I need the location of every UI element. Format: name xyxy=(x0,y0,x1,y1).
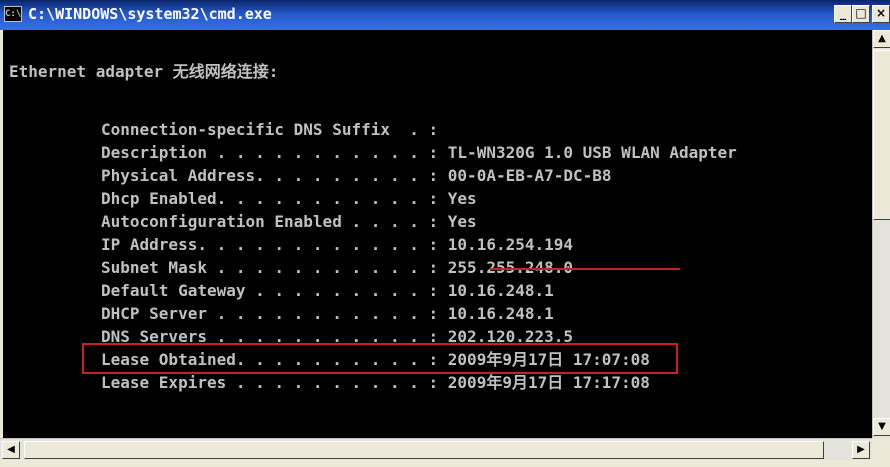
title-bar[interactable]: C:\ C:\WINDOWS\system32\cmd.exe _ □ × xyxy=(0,0,890,30)
config-value: 10.16.254.194 xyxy=(438,235,574,254)
config-line-ip-address: IP Address. . . . . . . . . . . . : 10.1… xyxy=(101,235,573,255)
maximize-button[interactable]: □ xyxy=(852,5,870,23)
config-label: Lease Expires . . . . . . . . . . : xyxy=(101,373,439,392)
config-line-dhcp-enabled: Dhcp Enabled. . . . . . . . . . . : Yes xyxy=(101,189,477,209)
config-value: Yes xyxy=(438,212,477,231)
scroll-left-icon[interactable]: ◀ xyxy=(2,441,20,459)
cmd-window: C:\ C:\WINDOWS\system32\cmd.exe _ □ × Et… xyxy=(0,0,890,467)
horizontal-scroll-thumb[interactable] xyxy=(24,441,824,459)
config-value: 00-0A-EB-A7-DC-B8 xyxy=(438,166,612,185)
config-value: Yes xyxy=(438,189,477,208)
scrollbar-corner xyxy=(872,438,890,460)
config-value: 10.16.248.1 xyxy=(438,304,554,323)
config-label: Autoconfiguration Enabled . . . . : xyxy=(101,212,439,231)
config-line-autoconfiguration: Autoconfiguration Enabled . . . . : Yes xyxy=(101,212,477,232)
config-label: DHCP Server . . . . . . . . . . . : xyxy=(101,304,439,323)
ip-address-underline xyxy=(490,268,680,270)
console-output[interactable]: Ethernet adapter 无线网络连接: Connection-spec… xyxy=(0,30,872,438)
config-value: TL-WN320G 1.0 USB WLAN Adapter xyxy=(438,143,737,162)
config-value: 2009年9月17日 17:17:08 xyxy=(438,373,650,392)
config-label: Physical Address. . . . . . . . . : xyxy=(101,166,439,185)
minimize-button[interactable]: _ xyxy=(834,5,852,23)
scroll-down-icon[interactable]: ▼ xyxy=(873,418,890,436)
config-line-lease-expires: Lease Expires . . . . . . . . . . : 2009… xyxy=(101,373,650,393)
vertical-scrollbar[interactable]: ▲ ▼ xyxy=(872,30,890,438)
console-app-icon[interactable]: C:\ xyxy=(4,6,22,22)
config-line-dns-suffix: Connection-specific DNS Suffix . : xyxy=(101,120,438,140)
config-label: Description . . . . . . . . . . . : xyxy=(101,143,439,162)
scroll-up-icon[interactable]: ▲ xyxy=(873,30,890,48)
vertical-scroll-thumb[interactable] xyxy=(873,50,890,220)
config-line-default-gateway: Default Gateway . . . . . . . . . : 10.1… xyxy=(101,281,554,301)
config-label: Subnet Mask . . . . . . . . . . . : xyxy=(101,258,439,277)
config-line-physical-address: Physical Address. . . . . . . . . : 00-0… xyxy=(101,166,612,186)
config-label: Connection-specific DNS Suffix . : xyxy=(101,120,439,139)
config-label: Dhcp Enabled. . . . . . . . . . . : xyxy=(101,189,439,208)
config-value: 10.16.248.1 xyxy=(438,281,554,300)
config-line-dhcp-server: DHCP Server . . . . . . . . . . . : 10.1… xyxy=(101,304,554,324)
config-label: Default Gateway . . . . . . . . . : xyxy=(101,281,439,300)
config-label: IP Address. . . . . . . . . . . . : xyxy=(101,235,439,254)
horizontal-scrollbar[interactable]: ◀ ▶ xyxy=(0,438,872,460)
close-button[interactable]: × xyxy=(872,5,890,23)
config-line-description: Description . . . . . . . . . . . : TL-W… xyxy=(101,143,737,163)
adapter-heading: Ethernet adapter 无线网络连接: xyxy=(9,62,279,81)
scroll-right-icon[interactable]: ▶ xyxy=(852,441,870,459)
window-bottom-border xyxy=(0,460,890,467)
window-title: C:\WINDOWS\system32\cmd.exe xyxy=(28,5,272,23)
dns-servers-highlight-box xyxy=(82,343,678,374)
